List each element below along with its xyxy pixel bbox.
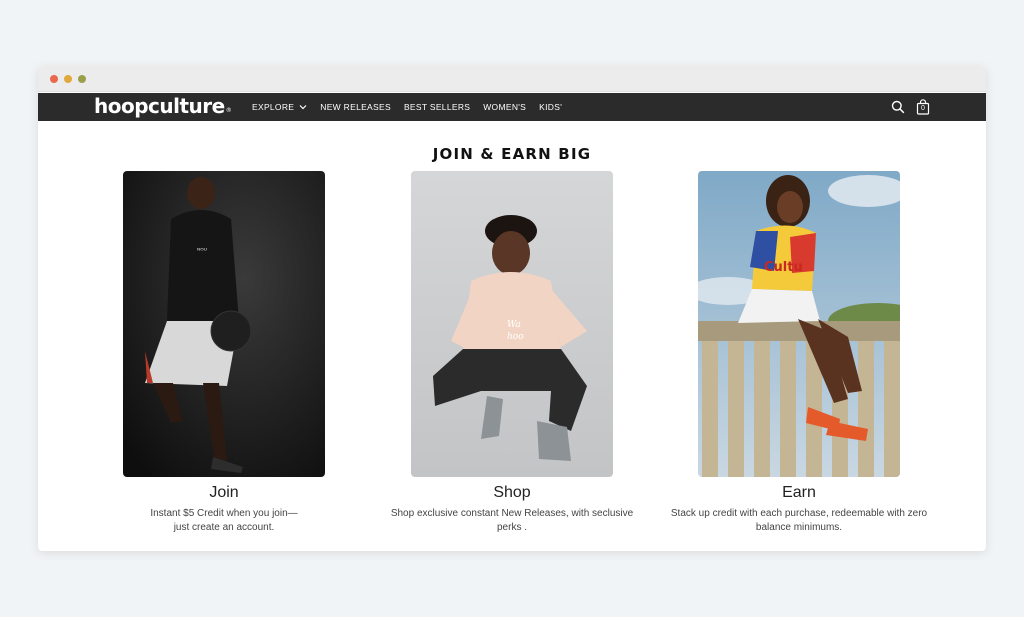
card-title: Earn bbox=[782, 484, 816, 501]
nav-item-label: KIDS' bbox=[539, 102, 563, 112]
nav-item-label: BEST SELLERS bbox=[403, 102, 471, 112]
nav-item-new-releases[interactable]: NEW RELEASES bbox=[320, 102, 391, 112]
card-description: Stack up credit with each purchase, rede… bbox=[670, 508, 928, 533]
card-title: Join bbox=[209, 484, 239, 501]
browser-window: hoopculture® EXPLORE NEW RELEASES BEST S… bbox=[38, 66, 986, 551]
svg-text:Wa: Wa bbox=[507, 320, 521, 330]
card-title: Shop bbox=[493, 484, 531, 501]
nav-item-womens[interactable]: WOMEN'S bbox=[483, 102, 526, 112]
search-icon[interactable] bbox=[891, 100, 905, 114]
earn-photo: Cultu bbox=[698, 171, 900, 477]
cart-button[interactable]: 0 bbox=[916, 99, 930, 115]
logo-text: hoopculture bbox=[94, 94, 225, 118]
feature-card-join: ᴺᴼᵁ Join Instant $5 Credit when you join… bbox=[89, 171, 359, 535]
browser-chrome bbox=[38, 66, 986, 92]
registered-mark: ® bbox=[225, 107, 232, 114]
chevron-down-icon bbox=[299, 105, 307, 110]
nav-item-label: NEW RELEASES bbox=[320, 102, 391, 112]
feature-card-shop: Wa hoo Shop Shop exclusive constant New … bbox=[377, 171, 647, 535]
window-minimize-button[interactable] bbox=[64, 75, 72, 83]
svg-text:Cultu: Cultu bbox=[764, 260, 803, 275]
nav-item-explore[interactable]: EXPLORE bbox=[252, 102, 307, 112]
nav-item-kids[interactable]: KIDS' bbox=[539, 102, 562, 112]
svg-text:hoo: hoo bbox=[507, 332, 524, 342]
window-close-button[interactable] bbox=[50, 75, 58, 83]
main-nav: EXPLORE NEW RELEASES BEST SELLERS WOMEN'… bbox=[252, 93, 575, 121]
svg-text:ᴺᴼᵁ: ᴺᴼᵁ bbox=[197, 247, 207, 255]
nav-item-best-sellers[interactable]: BEST SELLERS bbox=[404, 102, 470, 112]
site-navbar: hoopculture® EXPLORE NEW RELEASES BEST S… bbox=[38, 93, 986, 121]
shop-photo: Wa hoo bbox=[411, 171, 613, 477]
window-maximize-button[interactable] bbox=[78, 75, 86, 83]
feature-card-earn: Cultu Earn Stack up credit with each pur… bbox=[664, 171, 934, 535]
cart-count: 0 bbox=[921, 105, 925, 112]
page-title: JOIN & EARN BIG bbox=[432, 145, 592, 163]
nav-item-label: WOMEN'S bbox=[483, 102, 527, 112]
join-photo: ᴺᴼᵁ bbox=[123, 171, 325, 477]
card-description: Shop exclusive constant New Releases, wi… bbox=[390, 508, 634, 533]
main-content: JOIN & EARN BIG ᴺᴼᵁ Join Instant $5 Cred… bbox=[38, 121, 986, 551]
nav-item-label: EXPLORE bbox=[252, 102, 295, 112]
nav-icons: 0 bbox=[880, 99, 930, 115]
site-logo[interactable]: hoopculture® bbox=[94, 94, 232, 123]
card-description: Instant $5 Credit when you join— just cr… bbox=[150, 508, 298, 533]
